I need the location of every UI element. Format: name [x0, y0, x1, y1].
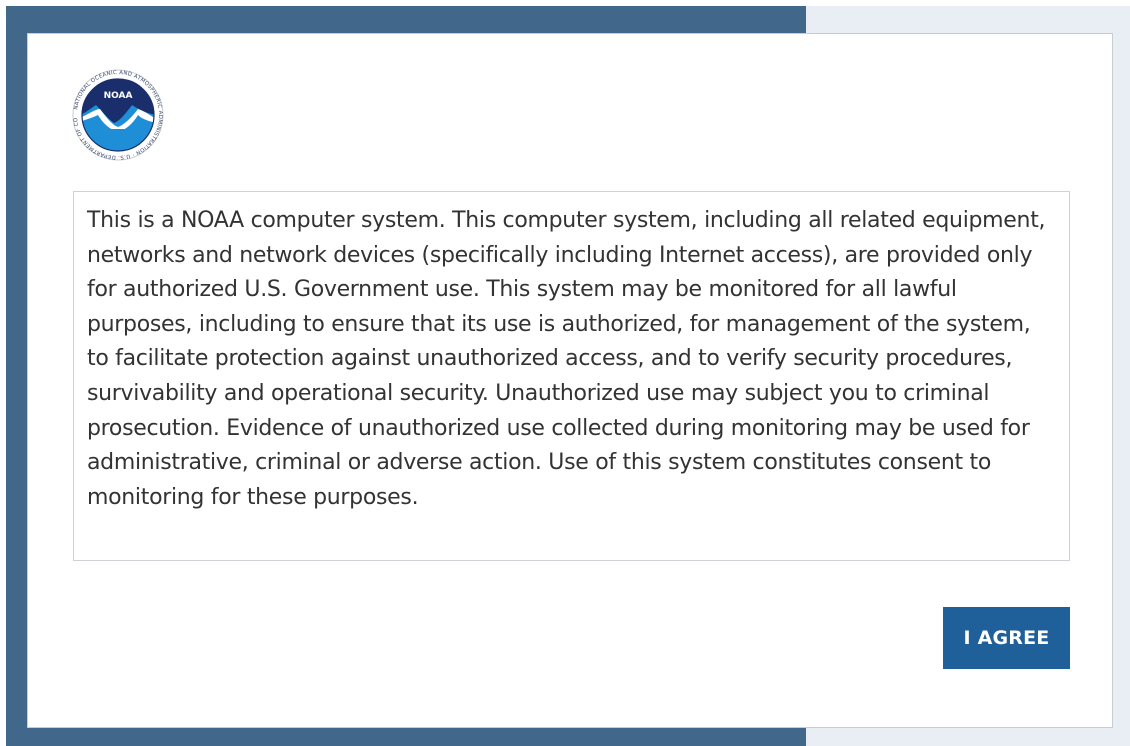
notice-text-box: This is a NOAA computer system. This com…: [73, 191, 1070, 561]
i-agree-button[interactable]: I AGREE: [943, 607, 1070, 669]
noaa-logo-icon: NATIONAL OCEANIC AND ATMOSPHERIC ADMINIS…: [70, 65, 164, 161]
consent-dialog: NATIONAL OCEANIC AND ATMOSPHERIC ADMINIS…: [27, 33, 1113, 728]
notice-text: This is a NOAA computer system. This com…: [87, 208, 1046, 510]
logo-emblem-text: NOAA: [104, 91, 133, 101]
